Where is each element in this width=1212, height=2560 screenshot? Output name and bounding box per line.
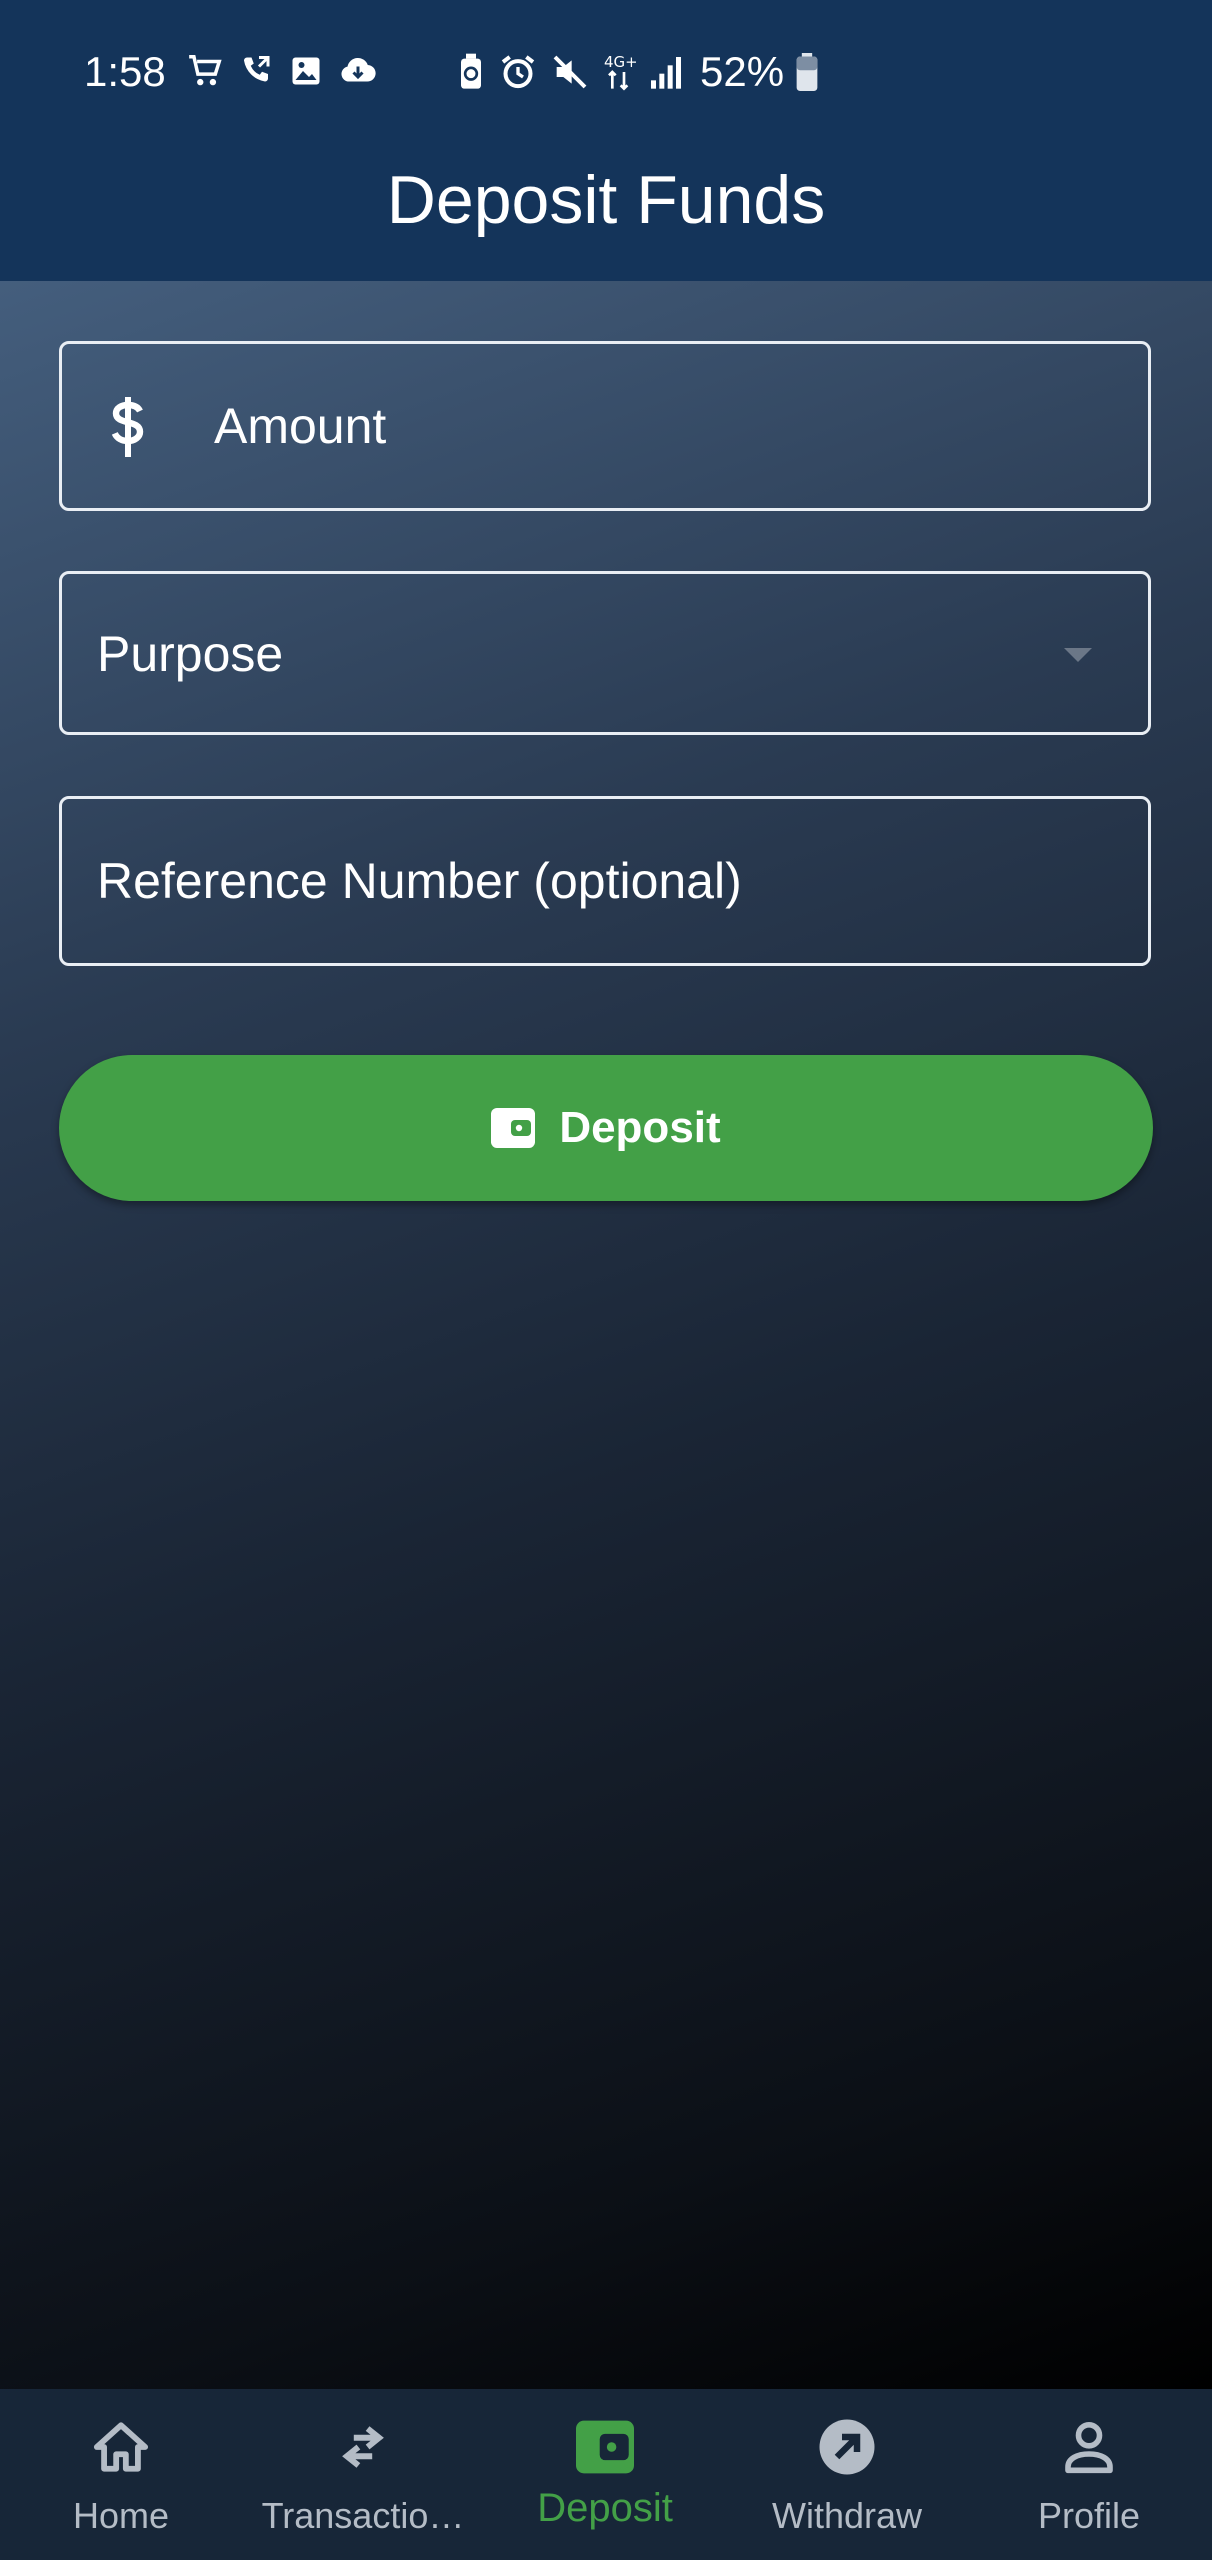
alarm-icon (501, 55, 535, 89)
reference-number-field[interactable]: Reference Number (optional) (59, 796, 1151, 966)
app-header: 1:58 4G+ 52% Deposit Funds (0, 0, 1212, 281)
svg-text:4G+: 4G+ (604, 53, 636, 71)
deposit-button[interactable]: Deposit (59, 1055, 1153, 1201)
call-forward-icon (244, 56, 270, 82)
person-icon (1065, 2422, 1113, 2474)
mute-icon (553, 55, 587, 89)
system-icons: 4G+ 52% (456, 44, 818, 100)
nav-label-deposit: Deposit (537, 2486, 673, 2530)
purpose-label: Purpose (97, 626, 284, 682)
dollar-icon (111, 397, 144, 457)
cloud-download-icon (341, 57, 376, 82)
nav-item-profile[interactable]: Profile (968, 2389, 1210, 2560)
deposit-button-label: Deposit (559, 1103, 721, 1152)
wallet-icon (491, 1108, 536, 1148)
page-title: Deposit Funds (386, 162, 826, 238)
amount-label: Amount (214, 398, 387, 454)
signal-icon (651, 57, 681, 89)
amount-field[interactable]: Amount (59, 341, 1151, 511)
status-time: 1:58 (84, 48, 166, 95)
reference-label: Reference Number (optional) (97, 853, 742, 909)
nav-label-home: Home (72, 2495, 170, 2536)
battery-saver-icon (461, 53, 481, 89)
arrow-up-right-icon (819, 2419, 875, 2475)
wallet-icon (576, 2420, 634, 2474)
home-icon (93, 2422, 149, 2472)
nav-item-deposit[interactable]: Deposit (484, 2389, 726, 2560)
nav-label-transactions: Transactio… (261, 2495, 465, 2536)
nav-label-profile: Profile (1037, 2495, 1141, 2536)
purpose-dropdown[interactable]: Purpose (59, 571, 1151, 735)
image-icon (292, 57, 320, 85)
nav-label-withdraw: Withdraw (771, 2495, 923, 2536)
nav-item-home[interactable]: Home (0, 2389, 242, 2560)
bottom-navigation: Home Transactio… Deposit Withdraw Profil… (0, 2389, 1212, 2560)
chevron-down-icon (1064, 648, 1092, 662)
swap-arrows-icon (342, 2426, 384, 2468)
deposit-form: Amount Purpose Reference Number (optiona… (0, 281, 1212, 2389)
network-4g-icon: 4G+ (604, 53, 636, 91)
nav-item-transactions[interactable]: Transactio… (242, 2389, 484, 2560)
status-bar: 1:58 4G+ 52% (0, 0, 1212, 140)
battery-percent: 52% (700, 48, 785, 95)
battery-icon (796, 53, 818, 91)
nav-item-withdraw[interactable]: Withdraw (726, 2389, 968, 2560)
cart-icon (189, 55, 222, 86)
notification-icons (186, 52, 378, 90)
